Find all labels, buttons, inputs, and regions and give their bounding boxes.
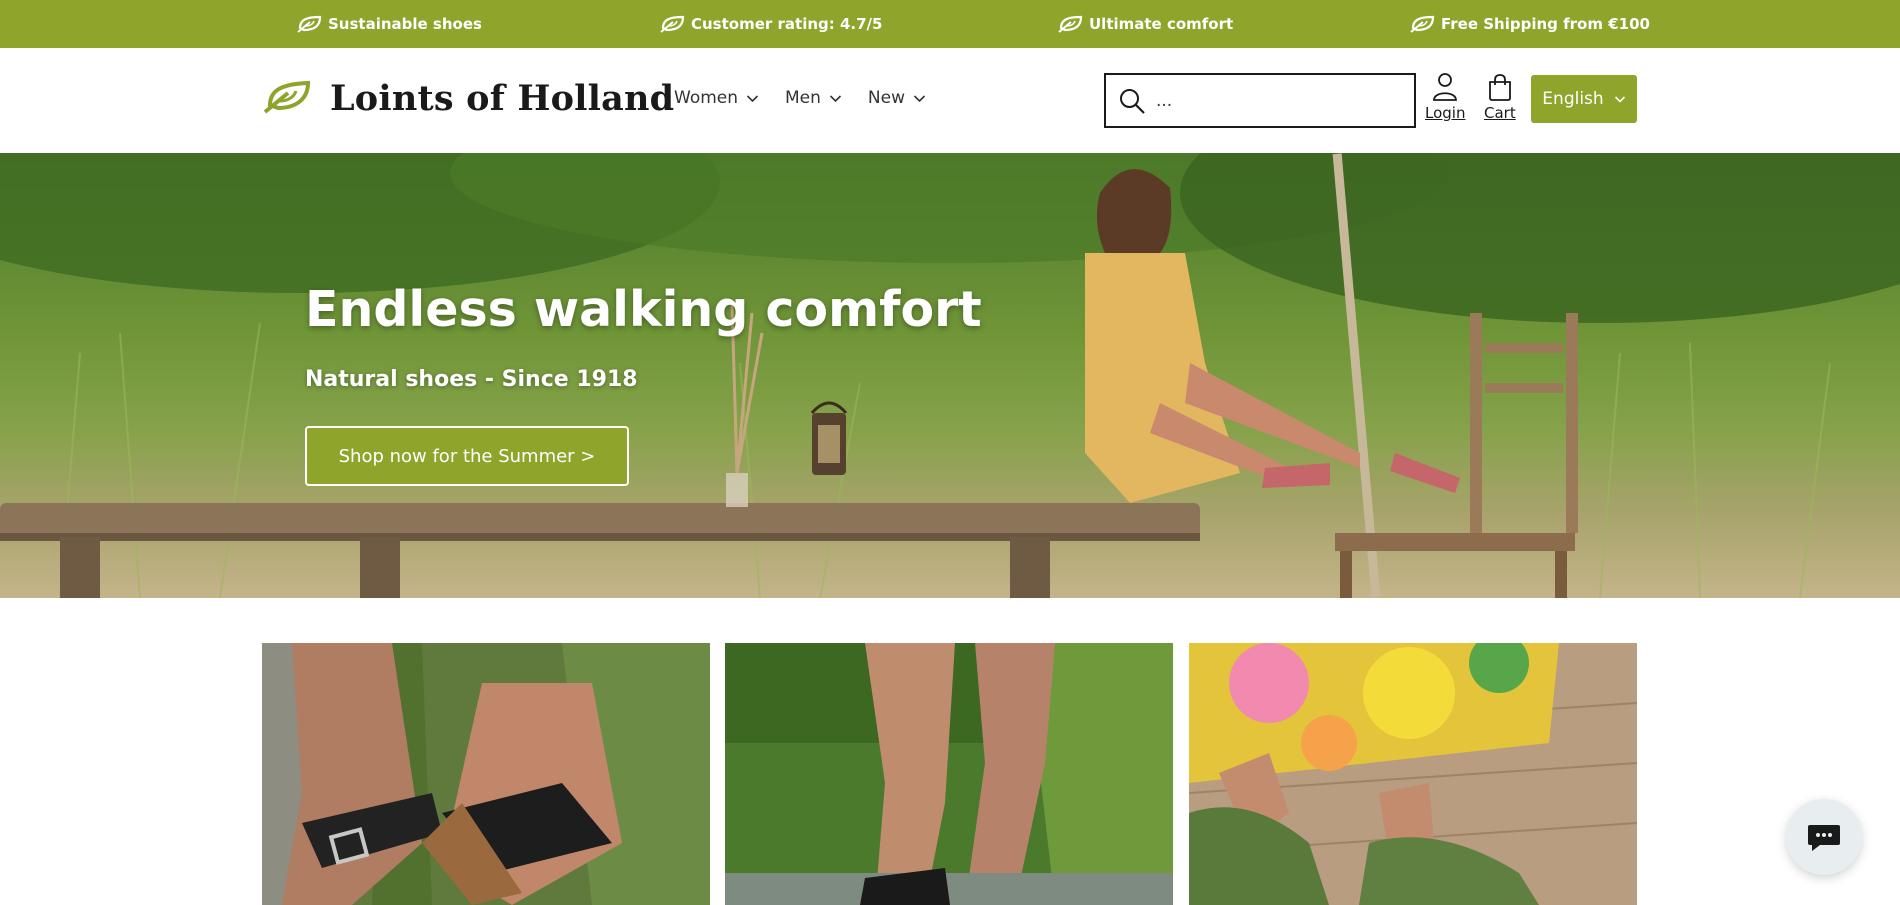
nav-item-women[interactable]: Women xyxy=(674,88,759,108)
tile-green-mary-janes[interactable] xyxy=(1189,643,1637,905)
chevron-down-icon xyxy=(913,94,926,102)
search-input[interactable] xyxy=(1156,90,1396,111)
hero-title: Endless walking comfort xyxy=(305,281,982,338)
announcement-shipping: Free Shipping from €100 xyxy=(1409,0,1650,48)
main-nav: Women Men New xyxy=(674,88,952,108)
shop-summer-button[interactable]: Shop now for the Summer > xyxy=(305,426,629,486)
nav-label: Men xyxy=(785,88,821,108)
nav-label: Women xyxy=(674,88,739,108)
site-header: Loints of Holland Women Men New Login Ca… xyxy=(0,48,1900,153)
announcement-text: Free Shipping from €100 xyxy=(1441,15,1650,33)
black-sandals-photo xyxy=(262,643,710,905)
leaf-logo-icon xyxy=(1058,15,1083,33)
search-box[interactable] xyxy=(1104,73,1416,128)
chat-bubble-icon xyxy=(1808,825,1840,851)
tile-man-walking[interactable] xyxy=(725,643,1173,905)
cart-label: Cart xyxy=(1484,104,1516,122)
announcement-text: Sustainable shoes xyxy=(328,15,482,33)
chat-widget-button[interactable] xyxy=(1786,799,1862,875)
leaf-logo-icon xyxy=(1410,15,1435,33)
announcement-sustainable: Sustainable shoes xyxy=(296,0,482,48)
shopping-bag-icon xyxy=(1488,74,1511,101)
chevron-down-icon xyxy=(1614,95,1625,103)
green-mary-jane-shoes-photo xyxy=(1189,643,1637,905)
chevron-down-icon xyxy=(746,94,759,102)
leaf-logo-icon xyxy=(297,15,322,33)
leaf-logo-icon xyxy=(262,79,312,119)
user-icon xyxy=(1433,73,1458,101)
hero-photo xyxy=(0,153,1900,598)
hero-subtitle: Natural shoes - Since 1918 xyxy=(305,367,638,392)
nav-item-new[interactable]: New xyxy=(868,88,926,108)
announcement-rating: Customer rating: 4.7/5 xyxy=(659,0,882,48)
cart-link[interactable]: Cart xyxy=(1484,72,1516,122)
search-icon[interactable] xyxy=(1118,87,1146,115)
announcement-comfort: Ultimate comfort xyxy=(1057,0,1233,48)
announcement-text: Ultimate comfort xyxy=(1089,15,1234,33)
hero-banner: Endless walking comfort Natural shoes - … xyxy=(0,153,1900,598)
announcement-bar: Sustainable shoes Customer rating: 4.7/5… xyxy=(0,0,1900,48)
tile-black-sandals[interactable] xyxy=(262,643,710,905)
nav-item-men[interactable]: Men xyxy=(785,88,842,108)
man-walking-photo xyxy=(725,643,1173,905)
login-label: Login xyxy=(1425,104,1466,122)
login-link[interactable]: Login xyxy=(1425,72,1465,122)
nav-label: New xyxy=(867,88,906,108)
language-label: English xyxy=(1542,89,1604,109)
brand-logo[interactable]: Loints of Holland xyxy=(262,78,674,119)
leaf-logo-icon xyxy=(660,15,685,33)
announcement-text: Customer rating: 4.7/5 xyxy=(691,15,883,33)
brand-name: Loints of Holland xyxy=(330,78,675,119)
language-selector[interactable]: English xyxy=(1531,75,1637,123)
chevron-down-icon xyxy=(829,94,841,102)
